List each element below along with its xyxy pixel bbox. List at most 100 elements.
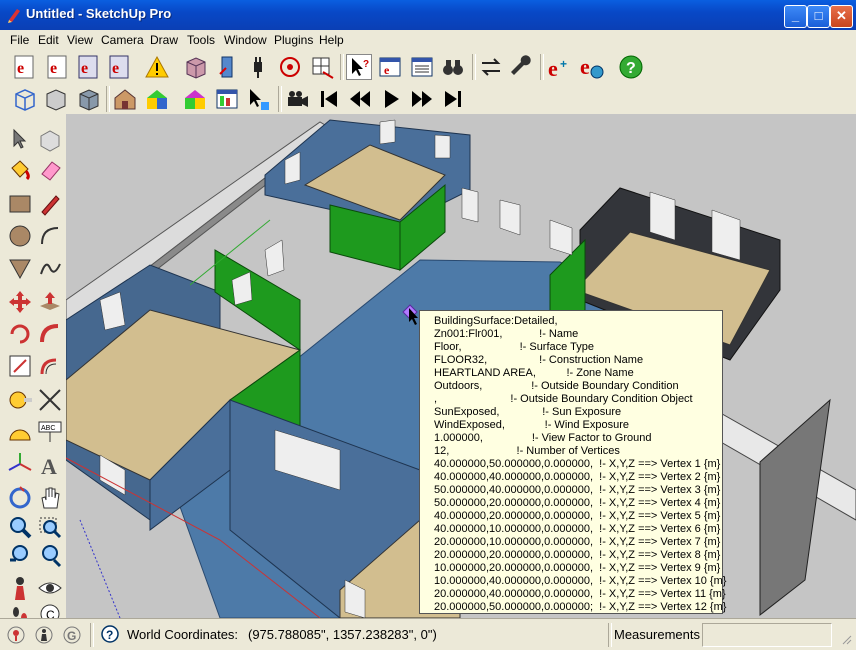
menu-help[interactable]: Help <box>319 33 344 47</box>
fast-forward-button[interactable] <box>409 86 435 112</box>
paint-bucket-icon <box>11 160 30 181</box>
menu-window[interactable]: Window <box>224 33 267 47</box>
info-select-button[interactable]: ? <box>346 54 372 80</box>
svg-text:ABC: ABC <box>41 425 55 432</box>
animation-button[interactable] <box>284 86 310 112</box>
offset-tool[interactable] <box>36 352 64 380</box>
maximize-button[interactable]: □ <box>807 5 830 28</box>
make-component-tool[interactable] <box>36 126 64 154</box>
previous-view-tool[interactable] <box>6 542 34 570</box>
zoom-window-tool[interactable] <box>36 514 64 542</box>
hidden-line-button[interactable] <box>43 86 69 112</box>
menu-plugins[interactable]: Plugins <box>274 33 313 47</box>
axes-icon <box>8 453 32 471</box>
ep-open-icon: e <box>47 55 67 79</box>
freehand-tool[interactable] <box>36 254 64 282</box>
plug-button[interactable] <box>245 54 271 80</box>
menu-view[interactable]: View <box>67 33 93 47</box>
protractor-tool[interactable] <box>6 418 34 446</box>
sketchup-app-icon[interactable] <box>6 7 22 23</box>
tooltip-line: 10.000000,20.000000,0.000000, !- X,Y,Z =… <box>434 562 721 574</box>
render-by-boundary-button[interactable] <box>144 86 170 112</box>
tooltip-line: 20.000000,20.000000,0.000000, !- X,Y,Z =… <box>434 549 721 561</box>
zoom-window-icon <box>39 517 62 539</box>
zone-box-icon <box>186 57 206 79</box>
object-info-button[interactable]: e <box>377 54 403 80</box>
toolbar-separator <box>278 86 282 112</box>
credits-button[interactable] <box>34 625 54 645</box>
polygon-tool[interactable] <box>6 254 34 282</box>
position-camera-tool[interactable] <box>6 574 34 602</box>
select-tool[interactable] <box>6 126 34 154</box>
menu-draw[interactable]: Draw <box>150 33 178 47</box>
rewind-icon <box>350 91 370 107</box>
menu-file[interactable]: File <box>10 33 29 47</box>
measurements-label: Measurements <box>614 627 700 642</box>
open-idf-button[interactable]: e <box>45 54 71 80</box>
eraser-icon <box>41 161 61 181</box>
zoom-tool[interactable] <box>6 514 34 542</box>
coordinates-value: (975.788085", 1357.238283", 0") <box>248 627 437 642</box>
new-zone-button[interactable] <box>183 54 209 80</box>
menu-tools[interactable]: Tools <box>187 33 215 47</box>
shaded-button[interactable] <box>76 86 102 112</box>
search-button[interactable] <box>440 54 466 80</box>
energyplus-web-button[interactable]: e <box>578 54 604 80</box>
push-pull-tool[interactable] <box>36 288 64 316</box>
text-tool[interactable]: ABC <box>36 418 64 446</box>
swap-button[interactable] <box>478 54 504 80</box>
measurements-input[interactable] <box>702 623 832 647</box>
color-select-button[interactable] <box>245 86 271 112</box>
modeling-viewport[interactable]: BuildingSurface:Detailed, Zn001:Flr001, … <box>66 114 856 618</box>
arc-tool[interactable] <box>36 222 64 250</box>
rewind-button[interactable] <box>347 86 373 112</box>
window-title: Untitled - SketchUp Pro <box>26 6 172 21</box>
resize-grip[interactable] <box>840 633 852 645</box>
pan-tool[interactable] <box>36 484 64 512</box>
orbit-tool[interactable] <box>6 484 34 512</box>
sign-in-button[interactable]: G <box>62 625 82 645</box>
menu-camera[interactable]: Camera <box>101 33 144 47</box>
3d-text-tool[interactable]: A <box>36 450 64 478</box>
movie-camera-icon <box>288 91 308 107</box>
warning-button[interactable] <box>144 54 170 80</box>
svg-text:A: A <box>41 454 57 478</box>
last-frame-button[interactable] <box>440 86 466 112</box>
axes-tool[interactable] <box>6 450 34 478</box>
tape-measure-tool[interactable] <box>6 386 34 414</box>
new-idf-button[interactable]: e <box>12 54 38 80</box>
dimension-tool[interactable] <box>36 386 64 414</box>
line-tool[interactable] <box>36 190 64 218</box>
grid-button[interactable] <box>309 54 335 80</box>
circle-tool[interactable] <box>6 222 34 250</box>
geolocation-button[interactable] <box>6 625 26 645</box>
close-button[interactable]: ✕ <box>830 5 853 28</box>
rectangle-tool[interactable] <box>6 190 34 218</box>
scale-tool[interactable] <box>6 352 34 380</box>
report-button[interactable] <box>409 54 435 80</box>
play-button[interactable] <box>378 86 404 112</box>
look-around-tool[interactable] <box>36 574 64 602</box>
menu-edit[interactable]: Edit <box>38 33 59 47</box>
move-tool[interactable] <box>6 288 34 316</box>
save-idf-button[interactable]: e <box>76 54 102 80</box>
rotate-tool[interactable] <box>6 320 34 348</box>
follow-me-tool[interactable] <box>36 320 64 348</box>
new-surface-button[interactable] <box>214 54 240 80</box>
render-by-layer-button[interactable] <box>182 86 208 112</box>
paint-bucket-tool[interactable] <box>6 156 34 184</box>
zoom-extents-tool[interactable] <box>36 542 64 570</box>
minimize-button[interactable]: _ <box>784 5 807 28</box>
data-table-button[interactable] <box>214 86 240 112</box>
svg-text:e: e <box>580 54 590 79</box>
xray-button[interactable] <box>12 86 38 112</box>
preferences-button[interactable] <box>508 54 534 80</box>
energyplus-run-button[interactable]: e + <box>546 54 572 80</box>
render-by-class-button[interactable] <box>112 86 138 112</box>
first-frame-button[interactable] <box>316 86 342 112</box>
help-button[interactable]: ? <box>618 54 644 80</box>
eraser-tool[interactable] <box>36 156 64 184</box>
instructor-button[interactable]: ? <box>100 624 120 644</box>
shading-button[interactable] <box>277 54 303 80</box>
save-as-idf-button[interactable]: e <box>107 54 133 80</box>
